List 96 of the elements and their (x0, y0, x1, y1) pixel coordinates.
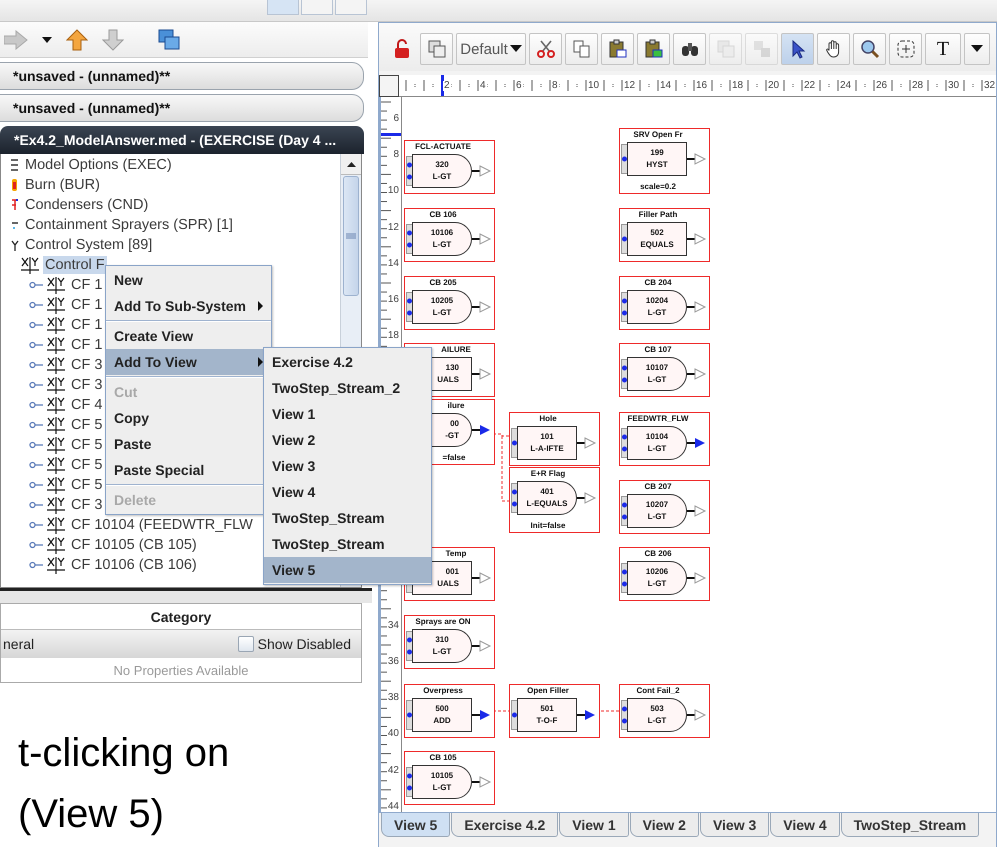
block-title: Sprays are ON (414, 617, 472, 627)
block-number: 10106 (430, 228, 454, 238)
block-operator: EQUALS (640, 240, 674, 250)
block-number: 130 (446, 363, 459, 373)
block-operator: L-GT (648, 308, 666, 318)
block-operator: L-GT (648, 579, 666, 589)
ruler-label: 26 (875, 81, 888, 91)
block-title: Hole (538, 414, 558, 424)
ruler-label: 34 (386, 620, 400, 631)
block-title: CB 107 (643, 345, 673, 355)
ruler-label: 44 (386, 802, 400, 812)
block-operator: -GT (445, 431, 459, 441)
ruler-label: 18 (731, 81, 744, 91)
block-number: 00 (450, 419, 459, 429)
block-title: CB 105 (428, 753, 458, 763)
block-title: AILURE (440, 345, 472, 355)
checkbox-label: Show Disabled (258, 636, 351, 652)
block-operator: L-A-IFTE (530, 444, 564, 454)
block-title: CB 205 (428, 278, 458, 288)
block-operator: T-O-F (536, 716, 558, 726)
block-title: FEEDWTR_FLW (626, 414, 690, 424)
block-operator: L-GT (432, 647, 452, 657)
block-operator: L-GT (648, 375, 666, 385)
ruler-label: 38 (386, 693, 400, 704)
ruler-label: 8 (392, 150, 400, 160)
block-title: CB 106 (428, 210, 458, 220)
block-operator: UALS (437, 579, 459, 589)
block-number: 199 (650, 148, 664, 158)
ruler-label: 16 (695, 81, 708, 91)
ruler-label: 42 (386, 766, 400, 776)
block-number: 10206 (646, 567, 668, 577)
block-number: 503 (650, 704, 664, 714)
block-operator: L-GT (648, 444, 666, 454)
slide-text: (View 5) (18, 791, 165, 838)
ruler-label: 6 (392, 114, 400, 124)
slide-text: t-clicking on (18, 730, 230, 777)
block-note: scale=0.2 (639, 182, 677, 192)
block-operator: L-EQUALS (526, 499, 568, 509)
block-title: Filler Path (638, 210, 678, 220)
block-title: CB 204 (643, 278, 673, 288)
block-note: Init=false (530, 521, 566, 531)
block-number: 500 (435, 704, 449, 714)
ruler-label: 20 (767, 81, 780, 91)
block-title: SRV Open Fr (632, 130, 684, 140)
block-operator: L-GT (648, 512, 666, 522)
block-number: 10107 (646, 363, 668, 373)
block-title: E+R Flag (530, 469, 566, 479)
block-operator: L-GT (432, 308, 452, 318)
block-number: 10207 (646, 500, 668, 510)
ruler-label: 2 (443, 81, 451, 91)
block-number: 10204 (646, 296, 668, 306)
block-operator: L-GT (432, 172, 452, 182)
ruler-label: 24 (839, 81, 852, 91)
ruler-label: 30 (947, 81, 960, 91)
ruler-label: 16 (386, 295, 400, 305)
category-label: neral (3, 636, 34, 652)
ruler-label: 10 (587, 81, 600, 91)
ruler-label: 12 (623, 81, 636, 91)
block-number: 101 (540, 432, 554, 442)
block-title: CB 206 (643, 549, 673, 559)
block-title: FCL-ACTUATE (414, 142, 472, 152)
block-number: 320 (435, 160, 449, 170)
ruler-label: 22 (803, 81, 816, 91)
block-operator: L-GT (432, 240, 452, 250)
block-number: 10105 (430, 771, 454, 781)
block-title: Temp (444, 549, 468, 559)
ruler-label: 12 (386, 222, 400, 233)
block-operator: HYST (646, 160, 668, 170)
block-operator: L-GT (648, 716, 666, 726)
block-number: 001 (446, 567, 459, 577)
block-title: Open Filler (526, 686, 570, 696)
block-number: 401 (540, 487, 554, 497)
block-number: 501 (540, 704, 554, 714)
block-title: CB 207 (643, 482, 673, 492)
block-number: 502 (650, 228, 664, 238)
ruler-label: 10 (386, 186, 400, 196)
ruler-label: 18 (386, 331, 400, 342)
ruler-label: 36 (386, 657, 400, 667)
ruler-label: 8 (551, 81, 559, 91)
ruler-label: 6 (515, 81, 523, 91)
ruler-label: 14 (386, 258, 400, 269)
block-operator: L-GT (432, 783, 452, 793)
block-title: Cont Fail_2 (635, 686, 681, 696)
ruler-label: 40 (386, 729, 400, 740)
ruler-label: 4 (479, 81, 487, 91)
block-title: Overpress (422, 686, 464, 696)
block-number: 10104 (646, 432, 668, 442)
block-operator: UALS (437, 375, 459, 385)
block-note: =false (442, 453, 466, 463)
ruler-label: 14 (659, 81, 672, 91)
block-number: 310 (435, 635, 449, 645)
block-title: ilure (446, 401, 466, 411)
block-operator: ADD (433, 716, 451, 726)
ruler-label: 32 (983, 81, 996, 91)
block-number: 10205 (430, 296, 454, 306)
ruler-label: 28 (911, 81, 924, 91)
